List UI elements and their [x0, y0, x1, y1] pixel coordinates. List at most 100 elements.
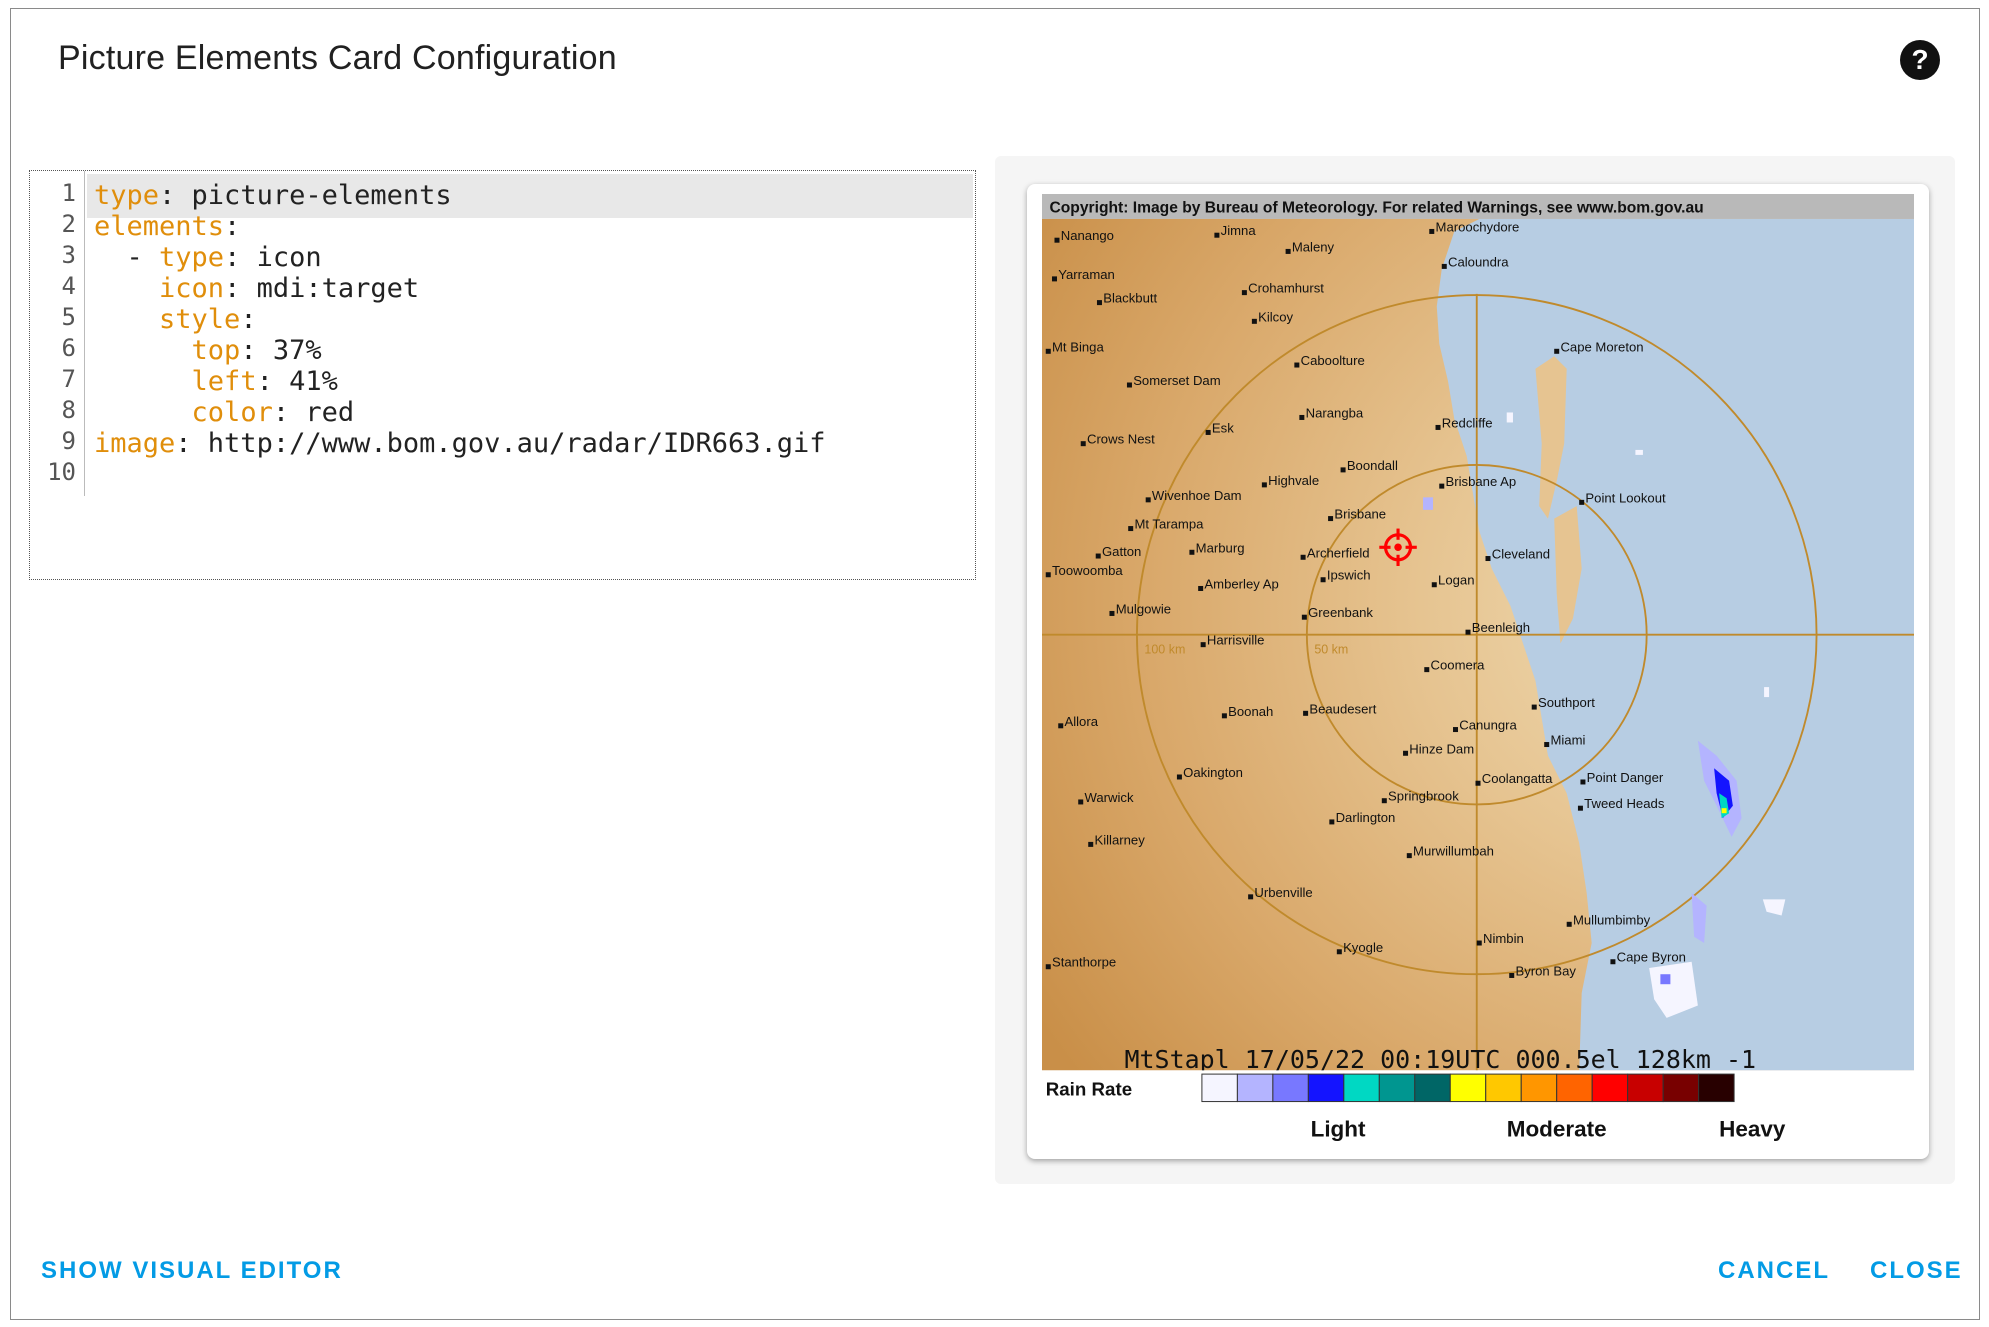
dialog-title: Picture Elements Card Configuration: [58, 39, 617, 77]
place-label: Tweed Heads: [1584, 796, 1665, 811]
legend-light: Light: [1311, 1117, 1366, 1142]
place-label: Esk: [1212, 420, 1234, 435]
place-marker: [1381, 798, 1387, 804]
place-marker: [1045, 964, 1051, 970]
place-marker: [1176, 774, 1182, 780]
close-button[interactable]: CLOSE: [1870, 1257, 1963, 1285]
place-marker: [1045, 572, 1051, 578]
legend-swatch: [1272, 1073, 1309, 1103]
place-label: Greenbank: [1308, 605, 1373, 620]
place-label: Point Danger: [1587, 770, 1664, 785]
place-label: Killarney: [1094, 832, 1145, 847]
legend-swatch: [1307, 1073, 1345, 1103]
legend-swatch: [1662, 1073, 1700, 1103]
line-number: 7: [61, 365, 76, 393]
legend-moderate: Moderate: [1507, 1117, 1607, 1142]
place-label: Byron Bay: [1515, 963, 1576, 978]
line-number: 6: [61, 334, 76, 362]
legend-swatch: [1378, 1073, 1416, 1103]
legend-swatch: [1627, 1073, 1664, 1103]
place-label: Mt Binga: [1052, 339, 1104, 354]
legend-swatch: [1485, 1073, 1522, 1103]
place-marker: [1424, 667, 1430, 673]
line-number: 3: [61, 241, 76, 269]
place-label: Hinze Dam: [1409, 741, 1474, 756]
place-marker: [1610, 959, 1616, 965]
line-number: 9: [61, 427, 76, 455]
yaml-key: image: [94, 428, 176, 459]
place-label: Canungra: [1459, 718, 1517, 733]
place-marker: [1051, 276, 1057, 282]
place-marker: [1078, 799, 1084, 805]
place-marker: [1045, 348, 1051, 354]
place-marker: [1485, 556, 1491, 562]
rain-rate-label: Rain Rate: [1046, 1078, 1132, 1099]
place-marker: [1509, 972, 1515, 978]
place-label: Darlington: [1336, 810, 1396, 825]
place-label: Toowoomba: [1052, 563, 1123, 578]
code-line: image: http://www.bom.gov.au/radar/IDR66…: [94, 428, 826, 459]
place-marker: [1145, 497, 1151, 503]
place-marker: [1329, 819, 1335, 825]
place-label: Cape Moreton: [1560, 339, 1643, 354]
yaml-value: mdi:target: [256, 273, 420, 304]
radar-status-line: MtStapl 17/05/22 00:19UTC 000.5el 128km …: [1124, 1045, 1756, 1074]
place-marker: [1095, 553, 1101, 559]
place-label: Maroochydore: [1436, 219, 1520, 234]
place-label: Redcliffe: [1442, 415, 1493, 430]
place-label: Maleny: [1292, 239, 1335, 254]
place-marker: [1577, 805, 1583, 811]
legend-heavy: Heavy: [1719, 1117, 1786, 1142]
show-visual-editor-button[interactable]: SHOW VISUAL EDITOR: [41, 1257, 343, 1285]
place-label: Jimna: [1221, 223, 1257, 238]
line-number: 1: [61, 179, 76, 207]
legend-swatch: [1556, 1073, 1593, 1103]
place-label: Point Lookout: [1585, 490, 1666, 505]
place-label: Crohamhurst: [1248, 281, 1324, 296]
place-label: Yarraman: [1058, 267, 1115, 282]
place-marker: [1126, 382, 1132, 388]
place-label: Murwillumbah: [1413, 844, 1494, 859]
place-label: Miami: [1550, 733, 1585, 748]
place-label: Caloundra: [1448, 254, 1509, 269]
place-label: Cape Byron: [1617, 950, 1686, 965]
help-circle-icon[interactable]: ?: [1899, 39, 1941, 81]
place-label: Marburg: [1196, 540, 1245, 555]
place-marker: [1251, 318, 1257, 324]
place-marker: [1241, 290, 1247, 296]
place-marker: [1299, 414, 1305, 420]
place-marker: [1303, 710, 1309, 716]
legend-swatch: [1520, 1073, 1558, 1103]
place-label: Kilcoy: [1258, 309, 1293, 324]
place-label: Mulgowie: [1116, 601, 1171, 616]
place-label: Allora: [1064, 714, 1098, 729]
line-number: 2: [61, 210, 76, 238]
radar-image: Copyright: Image by Bureau of Meteorolog…: [1042, 194, 1914, 1149]
place-marker: [1441, 263, 1447, 269]
place-label: Warwick: [1084, 790, 1133, 805]
place-marker: [1465, 629, 1471, 635]
place-label: Wivenhoe Dam: [1152, 488, 1242, 503]
place-label: Coomera: [1431, 658, 1486, 673]
yaml-code-editor[interactable]: 1 2 3 4 5 6 7 8 9 10 type: picture-elements elemen…: [29, 170, 976, 580]
place-label: Somerset Dam: [1133, 373, 1221, 388]
yaml-value: http://www.bom.gov.au/radar/IDR663.gif: [207, 428, 826, 459]
place-label: Southport: [1538, 695, 1595, 710]
place-marker: [1080, 441, 1086, 447]
place-label: Beenleigh: [1472, 620, 1530, 635]
cancel-button[interactable]: CANCEL: [1718, 1257, 1830, 1285]
rain-rate-legend: [1201, 1073, 1735, 1103]
place-marker: [1579, 499, 1585, 505]
range-label-100km: 100 km: [1144, 642, 1185, 656]
place-label: Kyogle: [1343, 940, 1383, 955]
place-marker: [1285, 248, 1291, 254]
place-marker: [1336, 949, 1342, 955]
place-marker: [1531, 704, 1537, 710]
legend-swatch: [1236, 1073, 1274, 1103]
place-marker: [1248, 894, 1254, 900]
place-marker: [1054, 237, 1060, 243]
place-marker: [1214, 232, 1220, 238]
place-label: Crows Nest: [1087, 432, 1155, 447]
place-marker: [1200, 642, 1206, 648]
place-label: Coolangatta: [1482, 771, 1553, 786]
